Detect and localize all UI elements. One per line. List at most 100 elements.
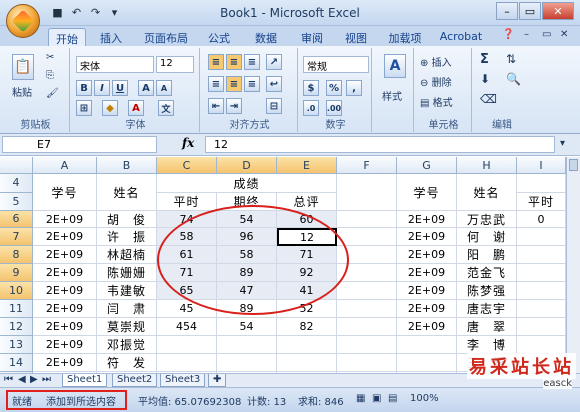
phonetic-icon[interactable]: 文: [158, 100, 174, 116]
worksheet-grid[interactable]: ABCDEFGHI456789101112131415学号姓名成绩平时期终总评学…: [0, 157, 566, 373]
last-sheet-icon[interactable]: ⏭: [42, 374, 51, 385]
cell-f[interactable]: [337, 354, 397, 372]
cell-student-id-2[interactable]: [397, 336, 457, 354]
sheet-tab-1[interactable]: Sheet1: [62, 374, 108, 387]
header-score[interactable]: 成绩: [157, 174, 337, 193]
cell-total[interactable]: 71: [277, 246, 337, 264]
next-sheet-icon[interactable]: ▶: [30, 374, 38, 385]
cell-name-2[interactable]: 阳 鹏: [457, 246, 517, 264]
cell-final[interactable]: 58: [217, 246, 277, 264]
insert-function-icon[interactable]: fx: [182, 136, 194, 150]
header-student-id-2[interactable]: 学号: [397, 174, 457, 211]
normal-view-icon[interactable]: ▦: [356, 393, 365, 404]
cell-student-id-2[interactable]: 2E+09: [397, 246, 457, 264]
cell-student-id-2[interactable]: 2E+09: [397, 318, 457, 336]
currency-icon[interactable]: $: [303, 80, 319, 96]
first-sheet-icon[interactable]: ⏮: [4, 374, 13, 385]
minimize-button[interactable]: –: [496, 2, 518, 20]
font-size-select[interactable]: 12: [156, 56, 194, 73]
column-header-a[interactable]: A: [33, 157, 97, 174]
styles-button[interactable]: 样式: [382, 88, 402, 103]
row-header-11[interactable]: 11: [0, 300, 33, 318]
cell-final[interactable]: 54: [217, 211, 277, 228]
cell-name[interactable]: 莫崇规: [97, 318, 157, 336]
column-header-b[interactable]: B: [97, 157, 157, 174]
clear-icon[interactable]: ⌫: [480, 92, 497, 106]
help-icon[interactable]: ❓: [502, 29, 514, 40]
cell-student-id[interactable]: 2E+09: [33, 318, 97, 336]
tab-page-layout[interactable]: 页面布局: [138, 28, 194, 46]
cell-name[interactable]: 闫 肃: [97, 300, 157, 318]
cell-regular-2[interactable]: [517, 282, 566, 300]
align-top-icon[interactable]: ≡: [208, 54, 224, 70]
cell-regular-2[interactable]: [517, 246, 566, 264]
cell-student-id-2[interactable]: 2E+09: [397, 300, 457, 318]
align-left-icon[interactable]: ≡: [208, 76, 224, 92]
header-regular[interactable]: 平时: [157, 193, 217, 211]
cell-name[interactable]: 符 发: [97, 354, 157, 372]
header-regular-2[interactable]: 平时: [517, 193, 566, 211]
merge-center-icon[interactable]: ⊟: [266, 98, 282, 114]
tab-insert[interactable]: 插入: [93, 28, 129, 46]
underline-icon[interactable]: U: [112, 80, 128, 96]
page-break-view-icon[interactable]: ▤: [388, 393, 397, 404]
header-final[interactable]: 期终: [217, 193, 277, 211]
align-bottom-icon[interactable]: ≡: [244, 54, 260, 70]
fill-color-icon[interactable]: ◆: [102, 100, 118, 116]
align-center-icon[interactable]: ≡: [226, 76, 242, 92]
tab-review[interactable]: 审阅: [294, 28, 330, 46]
cell-final[interactable]: 96: [217, 228, 277, 246]
cell-name-2[interactable]: 唐志宇: [457, 300, 517, 318]
grow-font-icon[interactable]: A: [138, 80, 154, 96]
row-header-9[interactable]: 9: [0, 264, 33, 282]
office-button[interactable]: [6, 4, 40, 38]
percent-icon[interactable]: %: [326, 80, 342, 96]
cell-final[interactable]: 47: [217, 282, 277, 300]
header-total[interactable]: 总评: [277, 193, 337, 211]
header-name-2[interactable]: 姓名: [457, 174, 517, 211]
cell-student-id[interactable]: 2E+09: [33, 246, 97, 264]
font-name-select[interactable]: 宋体: [76, 56, 154, 73]
row-header-7[interactable]: 7: [0, 228, 33, 246]
increase-decimal-icon[interactable]: .0: [303, 100, 319, 116]
cell-final[interactable]: 89: [217, 264, 277, 282]
cell-name[interactable]: 韦建敏: [97, 282, 157, 300]
ribbon-restore-icon[interactable]: ▭: [542, 29, 551, 40]
cell-name-2[interactable]: 陈梦强: [457, 282, 517, 300]
cell-regular[interactable]: [157, 336, 217, 354]
increase-indent-icon[interactable]: ⇥: [226, 98, 242, 114]
cell-f4[interactable]: [337, 174, 397, 211]
cell-regular[interactable]: [157, 354, 217, 372]
cell-regular-2[interactable]: 0: [517, 211, 566, 228]
cell-regular[interactable]: 74: [157, 211, 217, 228]
number-format-select[interactable]: 常规: [303, 56, 369, 73]
cell-regular[interactable]: 61: [157, 246, 217, 264]
italic-icon[interactable]: I: [94, 80, 110, 96]
cell-student-id[interactable]: 2E+09: [33, 211, 97, 228]
cell-name-2[interactable]: 范金飞: [457, 264, 517, 282]
styles-icon[interactable]: A: [384, 54, 406, 78]
cell-name-2[interactable]: 李 博: [457, 336, 517, 354]
cell-name[interactable]: 胡 俊: [97, 211, 157, 228]
cell-total[interactable]: 12: [277, 228, 337, 246]
paste-icon[interactable]: 📋: [12, 54, 34, 80]
format-cells-button[interactable]: ▤ 格式: [420, 94, 453, 109]
tab-formulas[interactable]: 公式: [201, 28, 237, 46]
tab-data[interactable]: 数据: [248, 28, 284, 46]
formula-input[interactable]: 12: [205, 136, 555, 153]
cut-icon[interactable]: ✂: [46, 52, 54, 63]
cell-final[interactable]: 54: [217, 318, 277, 336]
tab-view[interactable]: 视图: [338, 28, 374, 46]
sheet-tab-3[interactable]: Sheet3: [160, 374, 206, 387]
cell-name-2[interactable]: 何 谢: [457, 228, 517, 246]
cell-total[interactable]: [277, 336, 337, 354]
prev-sheet-icon[interactable]: ◀: [18, 374, 26, 385]
font-color-icon[interactable]: A: [128, 100, 144, 116]
shrink-font-icon[interactable]: A: [156, 80, 172, 96]
bold-icon[interactable]: B: [76, 80, 92, 96]
cell-student-id-2[interactable]: [397, 354, 457, 372]
align-right-icon[interactable]: ≡: [244, 76, 260, 92]
vertical-scrollbar[interactable]: [566, 157, 580, 373]
page-layout-view-icon[interactable]: ▣: [372, 393, 381, 404]
copy-icon[interactable]: ⎘: [46, 70, 54, 81]
